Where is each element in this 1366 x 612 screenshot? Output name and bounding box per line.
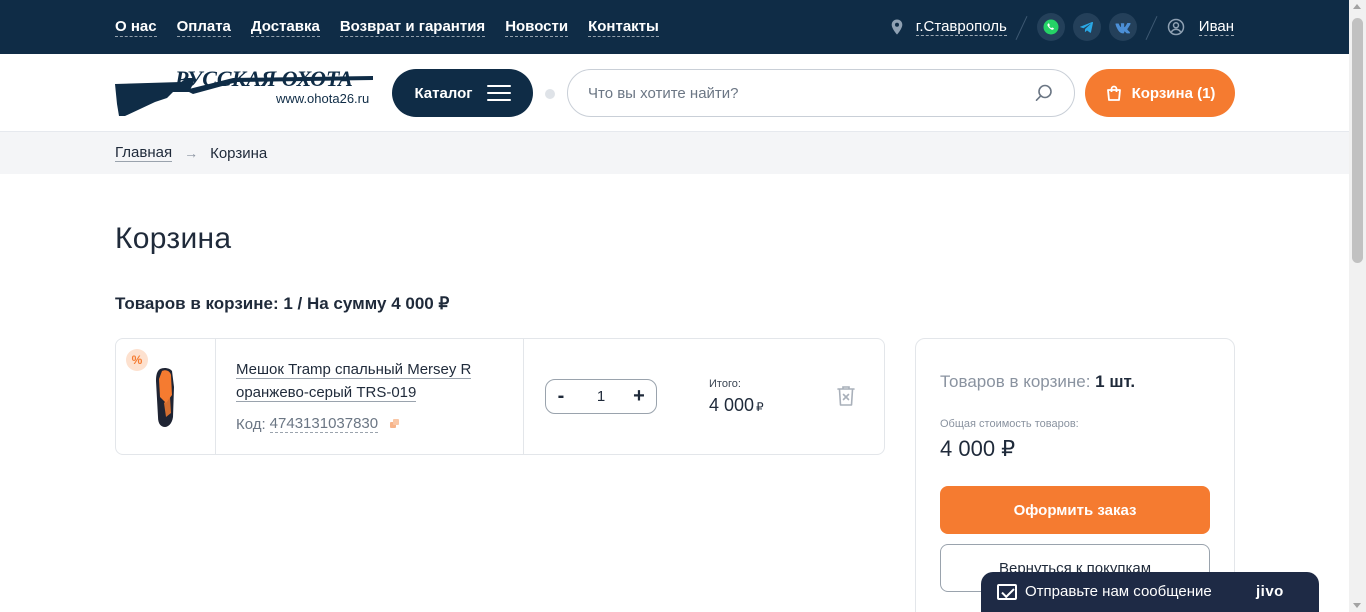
- page-scrollbar[interactable]: [1349, 0, 1366, 612]
- scroll-up-icon[interactable]: [1353, 4, 1361, 9]
- location-pin-icon: [891, 19, 903, 35]
- catalog-button-label: Каталог: [414, 84, 473, 102]
- cart-item-image-cell: %: [116, 339, 216, 454]
- breadcrumb-home-link[interactable]: Главная: [115, 144, 173, 162]
- currency-symbol: ₽: [756, 400, 764, 414]
- top-right-group: г.Ставрополь Иван: [888, 0, 1234, 54]
- cart-summary-text: Товаров в корзине: 1 / На сумму 4 000 ₽: [115, 294, 450, 313]
- item-total-amount: 4 000: [709, 395, 755, 415]
- quantity-decrease-button[interactable]: -: [546, 380, 576, 413]
- divider: [1145, 15, 1159, 39]
- trash-icon[interactable]: [836, 385, 856, 407]
- copy-icon[interactable]: [390, 419, 400, 429]
- quantity-stepper: - +: [545, 379, 657, 414]
- product-name: Мешок Tramp спальный Mersey R оранжево-с…: [236, 361, 472, 402]
- user-account-link[interactable]: Иван: [1198, 18, 1234, 36]
- nav-link-about[interactable]: О нас: [115, 18, 157, 37]
- nav-link-payment[interactable]: Оплата: [176, 18, 231, 37]
- breadcrumb: Главная → Корзина: [0, 132, 1349, 174]
- chat-widget[interactable]: Отправьте нам сообщение jivo: [981, 572, 1319, 612]
- summary-total-label: Общая стоимость товаров:: [940, 418, 1079, 430]
- logo-site-url: www.ohota26.ru: [276, 91, 370, 106]
- summary-item-count: Товаров в корзине: 1 шт.: [940, 372, 1135, 392]
- vk-icon[interactable]: [1108, 13, 1137, 41]
- summary-count-label: Товаров в корзине:: [940, 372, 1091, 391]
- nav-link-returns[interactable]: Возврат и гарантия: [339, 18, 486, 37]
- envelope-icon: [997, 584, 1017, 600]
- product-code-label: Код:: [236, 415, 266, 433]
- item-total-label: Итого:: [709, 378, 741, 390]
- cart-item-info-cell: Мешок Tramp спальный Mersey R оранжево-с…: [216, 339, 524, 454]
- cart-button[interactable]: Корзина (1): [1085, 69, 1235, 117]
- quantity-increase-button[interactable]: +: [624, 380, 654, 413]
- search-box: [567, 69, 1075, 117]
- top-bar: О нас Оплата Доставка Возврат и гарантия…: [0, 0, 1349, 54]
- site-header: РУССКАЯ ОХОТА www.ohota26.ru Каталог Кор…: [0, 54, 1349, 132]
- arrow-right-icon: →: [184, 145, 199, 161]
- nav-link-news[interactable]: Новости: [505, 18, 569, 37]
- summary-count-value: 1 шт.: [1095, 372, 1136, 391]
- page-title: Корзина: [115, 222, 232, 255]
- discount-badge: %: [126, 349, 148, 371]
- user-icon: [1167, 18, 1185, 36]
- breadcrumb-current: Корзина: [210, 144, 268, 162]
- product-code: Код: 4743131037830: [236, 415, 400, 433]
- menu-icon: [486, 85, 511, 101]
- catalog-button[interactable]: Каталог: [392, 69, 533, 117]
- product-name-link[interactable]: Мешок Tramp спальный Mersey R оранжево-с…: [236, 358, 496, 404]
- whatsapp-icon[interactable]: [1036, 13, 1065, 41]
- search-input[interactable]: [588, 70, 1028, 116]
- cart-item: % Мешок Tramp спальный Mersey R оранжево…: [115, 338, 885, 455]
- site-logo[interactable]: РУССКАЯ ОХОТА www.ohota26.ru: [115, 66, 375, 118]
- quantity-input[interactable]: [580, 380, 622, 413]
- shopping-bag-icon: [1106, 85, 1121, 101]
- telegram-icon[interactable]: [1072, 13, 1101, 41]
- chat-widget-message: Отправьте нам сообщение: [1025, 583, 1212, 600]
- scrollbar-thumb[interactable]: [1352, 18, 1363, 263]
- nav-link-delivery[interactable]: Доставка: [250, 18, 320, 37]
- search-icon[interactable]: [1034, 83, 1054, 103]
- logo-brand-text: РУССКАЯ ОХОТА: [174, 68, 353, 91]
- item-total-value: 4 000 ₽: [709, 395, 764, 416]
- cart-button-label: Корзина (1): [1131, 84, 1216, 102]
- summary-total-value: 4 000 ₽: [940, 436, 1016, 461]
- checkout-button[interactable]: Оформить заказ: [940, 486, 1210, 534]
- product-image[interactable]: [152, 367, 178, 429]
- nav-link-contacts[interactable]: Контакты: [588, 18, 659, 37]
- product-code-value: 4743131037830: [269, 415, 379, 433]
- chat-widget-brand: jivo: [1256, 583, 1284, 600]
- order-summary-panel: Товаров в корзине: 1 шт. Общая стоимость…: [915, 338, 1235, 612]
- city-selector[interactable]: г.Ставрополь: [915, 18, 1007, 36]
- divider: [1015, 15, 1029, 39]
- decorative-dot: [545, 89, 555, 99]
- top-nav: О нас Оплата Доставка Возврат и гарантия…: [115, 0, 659, 54]
- scroll-down-icon[interactable]: [1353, 603, 1361, 608]
